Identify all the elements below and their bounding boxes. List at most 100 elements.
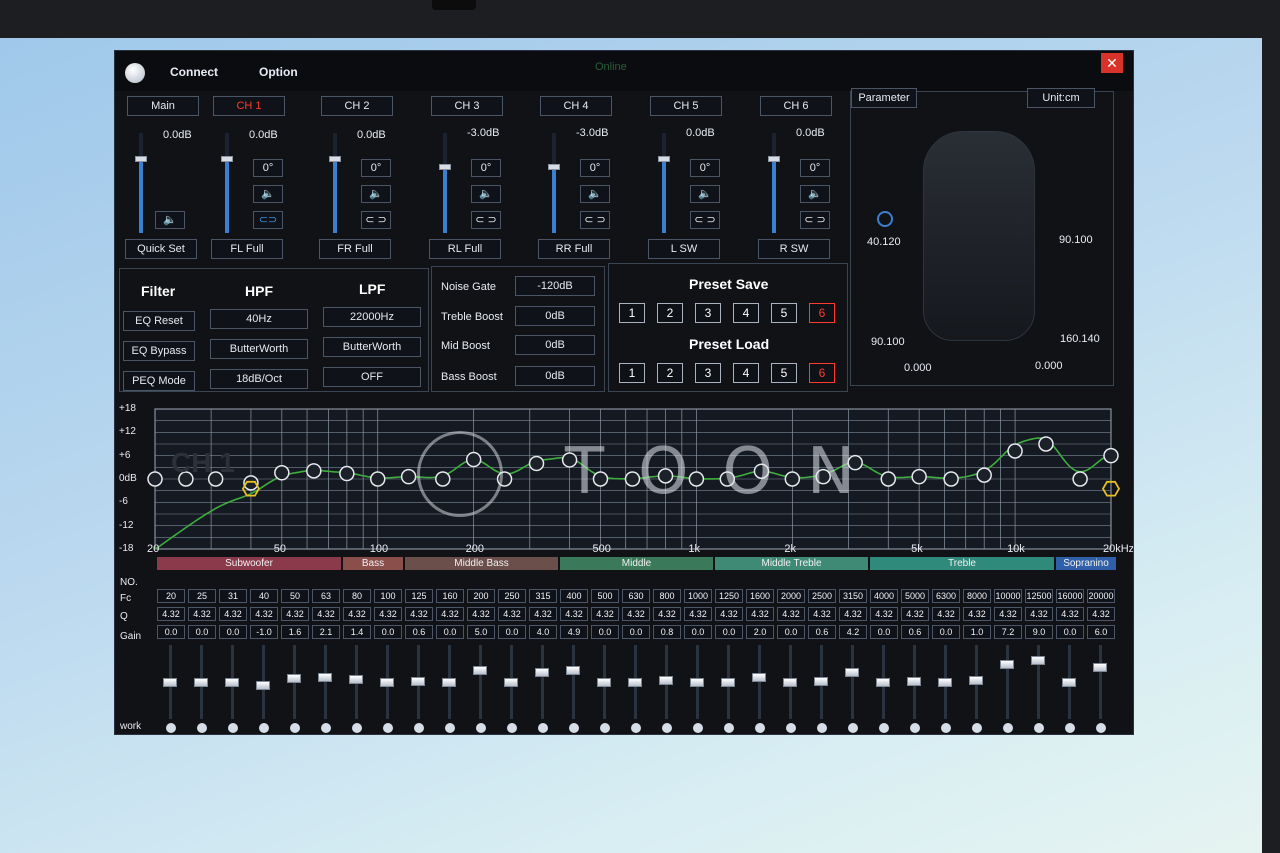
fc-cell[interactable]: 20000 [1087,589,1115,603]
gain-cell[interactable]: 0.0 [219,625,247,639]
fader-knob[interactable] [768,156,780,162]
channel-tab-ch4[interactable]: CH 4 [540,96,612,116]
fc-cell[interactable]: 1600 [746,589,774,603]
eq-gain-slider[interactable] [1099,645,1102,719]
q-cell[interactable]: 4.32 [684,607,712,621]
eq-node-30[interactable] [1072,471,1088,487]
q-cell[interactable]: 4.32 [870,607,898,621]
eq-node-26[interactable] [943,471,959,487]
fc-cell[interactable]: 40 [250,589,278,603]
peq-mode-button[interactable]: PEQ Mode [123,371,195,391]
eq-node-25[interactable] [911,468,927,485]
eq-slider-knob[interactable] [504,678,518,687]
gain-cell[interactable]: 1.4 [343,625,371,639]
eq-slider-knob[interactable] [1062,678,1076,687]
channel-output-button[interactable]: RR Full [538,239,610,259]
preset-save-2[interactable]: 2 [657,303,683,323]
work-indicator[interactable] [569,723,579,733]
preset-load-4[interactable]: 4 [733,363,759,383]
preset-load-2[interactable]: 2 [657,363,683,383]
channel-output-button[interactable]: L SW [648,239,720,259]
eq-slider-knob[interactable] [659,676,673,685]
q-cell[interactable]: 4.32 [436,607,464,621]
q-cell[interactable]: 4.32 [1025,607,1053,621]
q-cell[interactable]: 4.32 [622,607,650,621]
fc-cell[interactable]: 2000 [777,589,805,603]
gain-cell[interactable]: 7.2 [994,625,1022,639]
q-cell[interactable]: 4.32 [808,607,836,621]
channel-fader-4[interactable] [548,133,560,233]
preset-save-5[interactable]: 5 [771,303,797,323]
fc-cell[interactable]: 8000 [963,589,991,603]
gain-cell[interactable]: 0.0 [622,625,650,639]
gain-cell[interactable]: 0.0 [1056,625,1084,639]
gain-cell[interactable]: 2.1 [312,625,340,639]
preset-save-6[interactable]: 6 [809,303,835,323]
eq-slider-knob[interactable] [163,678,177,687]
channel-output-button[interactable]: Quick Set [125,239,197,259]
work-indicator[interactable] [786,723,796,733]
phase-button[interactable]: 0° [690,159,720,177]
speaker-mute-icon[interactable]: 🔈 [690,185,720,203]
lpf-type-select[interactable]: ButterWorth [323,337,421,357]
fc-cell[interactable]: 800 [653,589,681,603]
treble-boost-field[interactable]: 0dB [515,306,595,326]
preset-load-6[interactable]: 6 [809,363,835,383]
q-cell[interactable]: 4.32 [343,607,371,621]
q-cell[interactable]: 4.32 [188,607,216,621]
q-cell[interactable]: 4.32 [963,607,991,621]
q-cell[interactable]: 4.32 [932,607,960,621]
fc-cell[interactable]: 315 [529,589,557,603]
work-indicator[interactable] [259,723,269,733]
lpf-frequency-field[interactable]: 22000Hz [323,307,421,327]
preset-save-4[interactable]: 4 [733,303,759,323]
fc-cell[interactable]: 630 [622,589,650,603]
work-indicator[interactable] [414,723,424,733]
work-indicator[interactable] [290,723,300,733]
channel-fader-2[interactable] [329,133,341,233]
fc-cell[interactable]: 1250 [715,589,743,603]
work-indicator[interactable] [538,723,548,733]
speaker-mute-icon[interactable]: 🔈 [580,185,610,203]
eq-node-31[interactable] [1103,447,1119,464]
close-icon[interactable]: ✕ [1101,53,1123,73]
work-indicator[interactable] [228,723,238,733]
fc-cell[interactable]: 4000 [870,589,898,603]
hpf-type-select[interactable]: ButterWorth [210,339,308,359]
phase-button[interactable]: 0° [471,159,501,177]
channel-output-button[interactable]: FR Full [319,239,391,259]
speaker-mute-icon[interactable]: 🔈 [361,185,391,203]
q-cell[interactable]: 4.32 [777,607,805,621]
link-icon[interactable]: ⊂ ⊃ [690,211,720,229]
fc-cell[interactable]: 200 [467,589,495,603]
eq-slider-knob[interactable] [597,678,611,687]
link-icon[interactable]: ⊂⊃ [253,211,283,229]
channel-tab-ch2[interactable]: CH 2 [321,96,393,116]
work-indicator[interactable] [352,723,362,733]
eq-slider-knob[interactable] [1000,660,1014,669]
eq-slider-knob[interactable] [690,678,704,687]
eq-slider-knob[interactable] [876,678,890,687]
eq-slider-knob[interactable] [411,676,425,686]
q-cell[interactable]: 4.32 [839,607,867,621]
preset-save-3[interactable]: 3 [695,303,721,323]
eq-slider-knob[interactable] [1093,663,1107,672]
gain-cell[interactable]: 9.0 [1025,625,1053,639]
q-cell[interactable]: 4.32 [467,607,495,621]
fc-cell[interactable]: 31 [219,589,247,603]
work-indicator[interactable] [693,723,703,733]
work-indicator[interactable] [972,723,982,733]
eq-slider-knob[interactable] [194,678,208,687]
gain-cell[interactable]: 0.0 [188,625,216,639]
gain-cell[interactable]: 2.0 [746,625,774,639]
fc-cell[interactable]: 3150 [839,589,867,603]
eq-slider-knob[interactable] [442,678,456,687]
mid-boost-field[interactable]: 0dB [515,335,595,355]
eq-node-29[interactable] [1038,436,1054,452]
hpf-slope-select[interactable]: 18dB/Oct [210,369,308,389]
q-cell[interactable]: 4.32 [219,607,247,621]
work-indicator[interactable] [724,723,734,733]
eq-slider-knob[interactable] [721,678,735,687]
eq-slider-knob[interactable] [752,673,766,682]
eq-slider-knob[interactable] [628,678,642,687]
